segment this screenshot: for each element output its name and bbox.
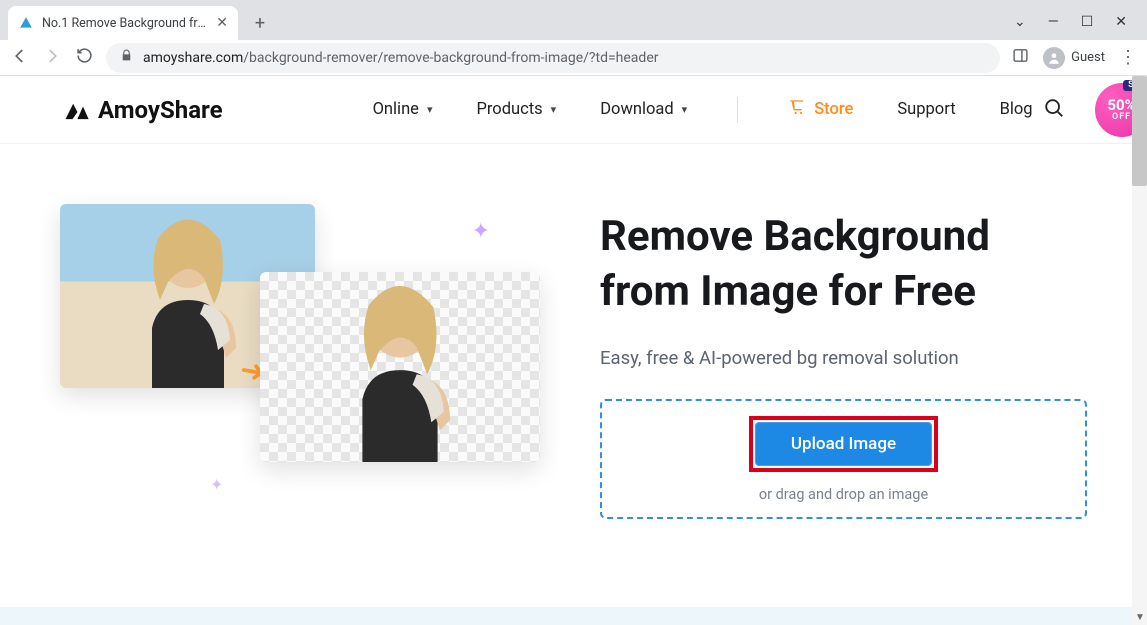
sparkle-icon: ✦: [210, 475, 223, 494]
profile-label: Guest: [1071, 50, 1105, 65]
drop-hint: or drag and drop an image: [759, 486, 928, 503]
after-image: [260, 272, 540, 462]
kebab-menu-icon[interactable]: ⋮: [1119, 47, 1137, 68]
sale-off: OFF: [1112, 113, 1131, 122]
nav-support[interactable]: Support: [897, 100, 955, 119]
upload-dropzone[interactable]: Upload Image or drag and drop an image: [600, 399, 1087, 519]
hero-visual: ✦ ➜ ✦: [60, 204, 540, 504]
close-window-icon[interactable]: ✕: [1115, 14, 1127, 30]
logo-mark-icon: [62, 99, 90, 121]
window-controls: ⌄ — ☐ ✕: [1014, 14, 1147, 40]
lock-icon: [120, 49, 133, 66]
hero-section: ✦ ➜ ✦ Remove Background from I: [0, 144, 1147, 559]
minimize-icon[interactable]: —: [1048, 14, 1059, 30]
page-subtitle: Easy, free & AI-powered bg removal solut…: [600, 347, 1087, 369]
site-header: AmoyShare Online ▾ Products ▾ Download ▾…: [0, 76, 1147, 144]
panel-icon[interactable]: [1012, 47, 1029, 68]
brand-name: AmoyShare: [98, 96, 223, 124]
nav-blog[interactable]: Blog: [1000, 100, 1033, 119]
browser-tab-strip: No.1 Remove Background from I ✕ + ⌄ — ☐ …: [0, 0, 1147, 40]
search-icon[interactable]: [1043, 97, 1065, 123]
chevron-down-icon: ▾: [551, 103, 557, 116]
avatar-icon: [1043, 47, 1065, 69]
page-scrollbar[interactable]: ▼: [1132, 76, 1147, 625]
chevron-down-icon: ▾: [682, 103, 688, 116]
brand-logo[interactable]: AmoyShare: [62, 96, 223, 124]
chevron-down-icon: ▾: [427, 103, 433, 116]
forward-icon: [42, 47, 62, 69]
tab-title: No.1 Remove Background from I: [42, 16, 208, 31]
cart-icon: [788, 99, 806, 120]
browser-tab[interactable]: No.1 Remove Background from I ✕: [8, 6, 238, 40]
chevron-down-icon[interactable]: ⌄: [1014, 14, 1026, 30]
maximize-icon[interactable]: ☐: [1081, 14, 1094, 30]
url-text: amoyshare.com/background-remover/remove-…: [143, 50, 659, 66]
browser-toolbar: amoyshare.com/background-remover/remove-…: [0, 40, 1147, 76]
scroll-down-icon[interactable]: ▼: [1135, 612, 1145, 623]
nav-store[interactable]: Store: [788, 99, 853, 120]
reload-icon[interactable]: [74, 47, 94, 68]
main-nav: Online ▾ Products ▾ Download ▾ Store Sup…: [373, 97, 1033, 123]
page-title: Remove Background from Image for Free: [600, 210, 1087, 319]
hero-copy: Remove Background from Image for Free Ea…: [600, 204, 1087, 519]
tab-close-icon[interactable]: ✕: [216, 15, 228, 31]
back-icon[interactable]: [10, 47, 30, 69]
nav-divider: [737, 97, 738, 123]
new-tab-button[interactable]: +: [246, 9, 274, 37]
scrollbar-thumb[interactable]: [1132, 76, 1147, 186]
nav-online[interactable]: Online ▾: [373, 100, 433, 119]
upload-button-highlight: Upload Image: [749, 416, 938, 472]
nav-products[interactable]: Products ▾: [476, 100, 556, 119]
upload-image-button[interactable]: Upload Image: [755, 422, 932, 466]
profile-button[interactable]: Guest: [1043, 47, 1105, 69]
nav-download[interactable]: Download ▾: [600, 100, 687, 119]
sparkle-icon: ✦: [472, 219, 490, 244]
address-bar[interactable]: amoyshare.com/background-remover/remove-…: [106, 43, 1000, 73]
footer-band: [0, 607, 1132, 625]
tab-favicon-icon: [18, 15, 34, 31]
